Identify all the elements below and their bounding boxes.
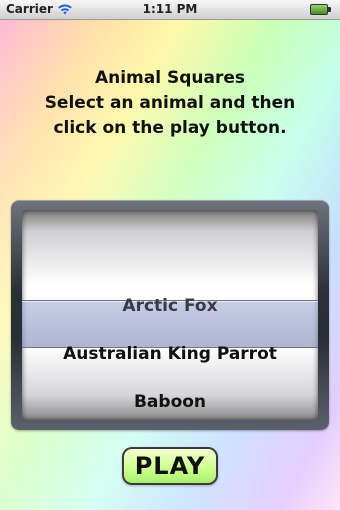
app-screen: Carrier 1:11 PM Animal Squares Select an… — [0, 0, 340, 510]
picker-wheel[interactable]: Arctic Fox Australian King Parrot Baboon — [22, 210, 318, 420]
status-time: 1:11 PM — [142, 2, 198, 16]
picker-item-arctic-fox[interactable]: Arctic Fox — [22, 284, 318, 328]
play-button[interactable]: PLAY — [122, 447, 218, 485]
status-bar: Carrier 1:11 PM — [0, 0, 340, 20]
app-title: Animal Squares — [94, 68, 246, 88]
picker-item-australian-king-parrot[interactable]: Australian King Parrot — [22, 332, 318, 376]
battery-icon — [310, 4, 332, 15]
play-button-label: PLAY — [134, 452, 206, 480]
instructions-text: Animal Squares Select an animal and then… — [10, 66, 330, 141]
instruction-line-1: Select an animal and then — [44, 93, 296, 113]
instruction-line-2: click on the play button. — [53, 118, 287, 138]
picker-item-baboon[interactable]: Baboon — [22, 380, 318, 420]
animal-picker[interactable]: Arctic Fox Australian King Parrot Baboon — [11, 200, 329, 430]
